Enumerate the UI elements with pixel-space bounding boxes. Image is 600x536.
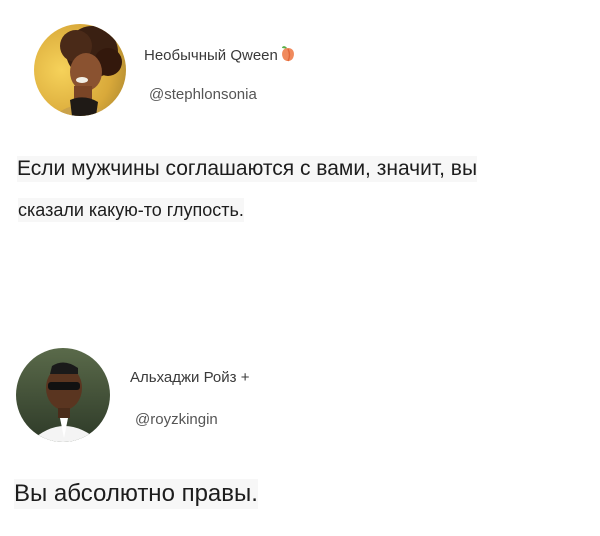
author-handle[interactable]: @stephlonsonia (149, 86, 257, 104)
author-avatar[interactable] (16, 348, 110, 442)
avatar-photo-man (16, 348, 110, 442)
tweet-text-line-1: Если мужчины соглашаются с вами, значит,… (17, 156, 478, 182)
tweet-text-line-2: сказали какую-то глупость. (18, 198, 244, 222)
avatar-photo-woman (34, 24, 126, 116)
peach-emoji-icon (279, 45, 297, 63)
tweet-1: Необычный Qween @stephlonsonia Если мужч… (0, 0, 600, 280)
author-handle[interactable]: @royzkingin (135, 411, 218, 429)
author-name-text: Необычный Qween (144, 47, 278, 64)
tweet-2: Альхаджи Ройз + @royzkingin Вы абсолютно… (0, 330, 600, 536)
tweet-text-line-1: Вы абсолютно правы. (14, 479, 258, 509)
author-avatar[interactable] (34, 24, 126, 116)
author-name[interactable]: Альхаджи Ройз + (130, 369, 249, 387)
author-name[interactable]: Необычный Qween (144, 45, 297, 65)
